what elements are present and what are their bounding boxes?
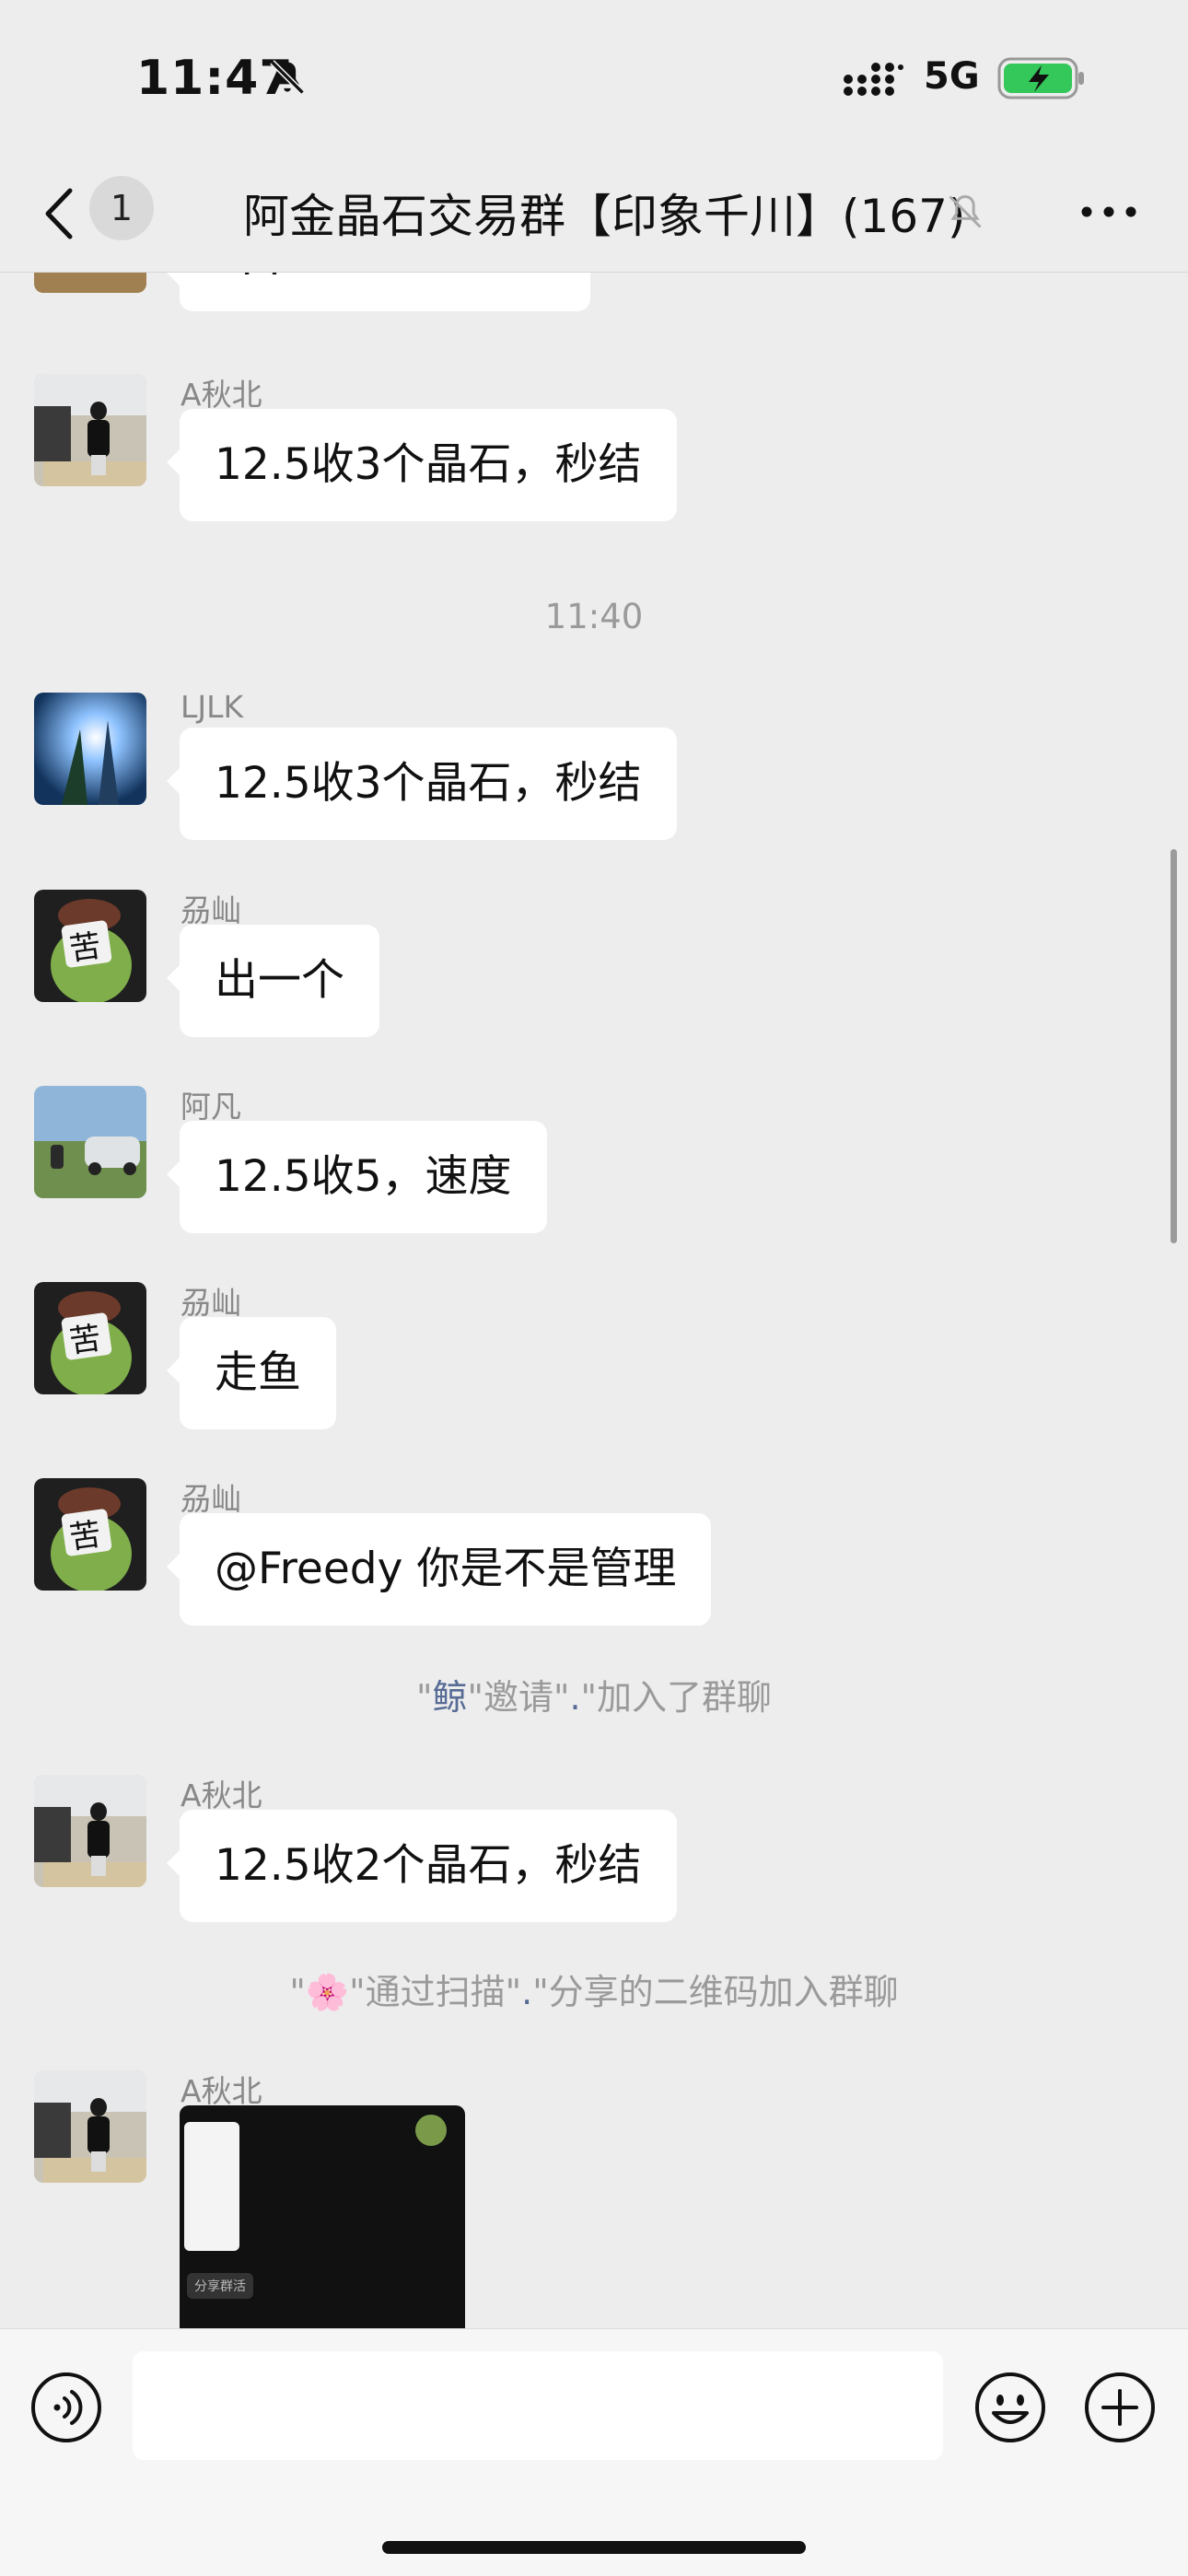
message-bubble[interactable]: 12.5收2个晶石，秒结 — [167, 1810, 677, 1922]
unread-count-badge[interactable]: 1 — [89, 176, 154, 240]
message-bubble[interactable]: 12.5收3个晶石，秒结 — [167, 728, 677, 840]
avatar[interactable] — [34, 693, 146, 805]
system-user-link[interactable]: . — [569, 1677, 580, 1718]
avatar[interactable]: 苦 — [34, 1478, 146, 1591]
input-bar — [0, 2328, 1188, 2576]
message-bubble[interactable]: 出一个 — [167, 925, 379, 1037]
image-message[interactable]: 分享群活 — [180, 2105, 465, 2328]
more-horizontal-icon[interactable] — [1079, 198, 1138, 226]
sender-name: A秋北 — [181, 1778, 262, 1813]
avatar[interactable] — [34, 1086, 146, 1198]
sender-name: LJLK — [181, 689, 244, 725]
avatar[interactable]: 苦 — [34, 1282, 146, 1394]
avatar[interactable] — [34, 1775, 146, 1887]
message-bubble[interactable]: @Freedy 你是不是管理 — [166, 1513, 712, 1626]
emoji-icon[interactable] — [973, 2371, 1047, 2444]
svg-text:苦: 苦 — [67, 1320, 103, 1360]
message-input[interactable] — [133, 2351, 943, 2460]
signal-icon — [844, 63, 903, 96]
sender-name: 阿凡 — [181, 1089, 241, 1125]
system-message: "🌸"通过扫描"."分享的二维码加入群聊 — [289, 1972, 899, 2012]
home-indicator[interactable] — [382, 2541, 806, 2554]
message-bubble[interactable]: 12.5收5，速度 — [167, 1121, 547, 1233]
sender-name: 刕屾 — [181, 1481, 241, 1517]
network-type: 5G — [924, 55, 980, 98]
svg-text:苦: 苦 — [67, 927, 103, 968]
sender-name: 刕屾 — [181, 1285, 241, 1321]
chat-header: 1 阿金晶石交易群【印象千川】(167) — [0, 161, 1188, 273]
image-caption: 分享群活 — [187, 2273, 253, 2299]
scrollbar[interactable] — [1171, 849, 1177, 1243]
avatar[interactable] — [34, 273, 146, 293]
chat-title[interactable]: 阿金晶石交易群【印象千川】(167) — [243, 180, 965, 246]
system-user-link[interactable]: 鲸 — [432, 1677, 467, 1718]
battery-charging-icon — [997, 57, 1084, 99]
system-user-link[interactable]: . — [521, 1972, 532, 2012]
avatar[interactable] — [34, 374, 146, 486]
system-user-link[interactable]: 🌸 — [306, 1972, 349, 2012]
status-bar: 11:47 5G — [0, 0, 1188, 161]
image-thumbnail-screen — [184, 2122, 239, 2251]
sender-name: A秋北 — [181, 2073, 262, 2109]
plus-icon[interactable] — [1083, 2371, 1157, 2444]
message-bubble[interactable]: 12.5收3个晶石，秒结 — [167, 409, 677, 521]
time-divider: 11:40 — [544, 597, 644, 636]
message-bubble[interactable]: app啥时候上线呀 — [166, 273, 591, 311]
bell-slash-icon — [270, 60, 305, 95]
sender-name: 刕屾 — [181, 892, 241, 928]
message-bubble[interactable]: 走鱼 — [167, 1317, 336, 1429]
image-thumbnail-avatar — [415, 2115, 447, 2146]
system-message: "鲸"邀请"."加入了群聊 — [415, 1677, 773, 1718]
sender-name: A秋北 — [181, 377, 262, 413]
avatar[interactable] — [34, 2070, 146, 2183]
message-list[interactable]: app啥时候上线呀 A秋北 12.5收3个晶石，秒结 11:40 — [0, 273, 1188, 2328]
svg-text:苦: 苦 — [67, 1516, 103, 1556]
avatar[interactable]: 苦 — [34, 890, 146, 1002]
bell-slash-icon — [949, 195, 982, 228]
voice-icon[interactable] — [29, 2371, 103, 2444]
chevron-left-icon[interactable] — [37, 181, 83, 246]
